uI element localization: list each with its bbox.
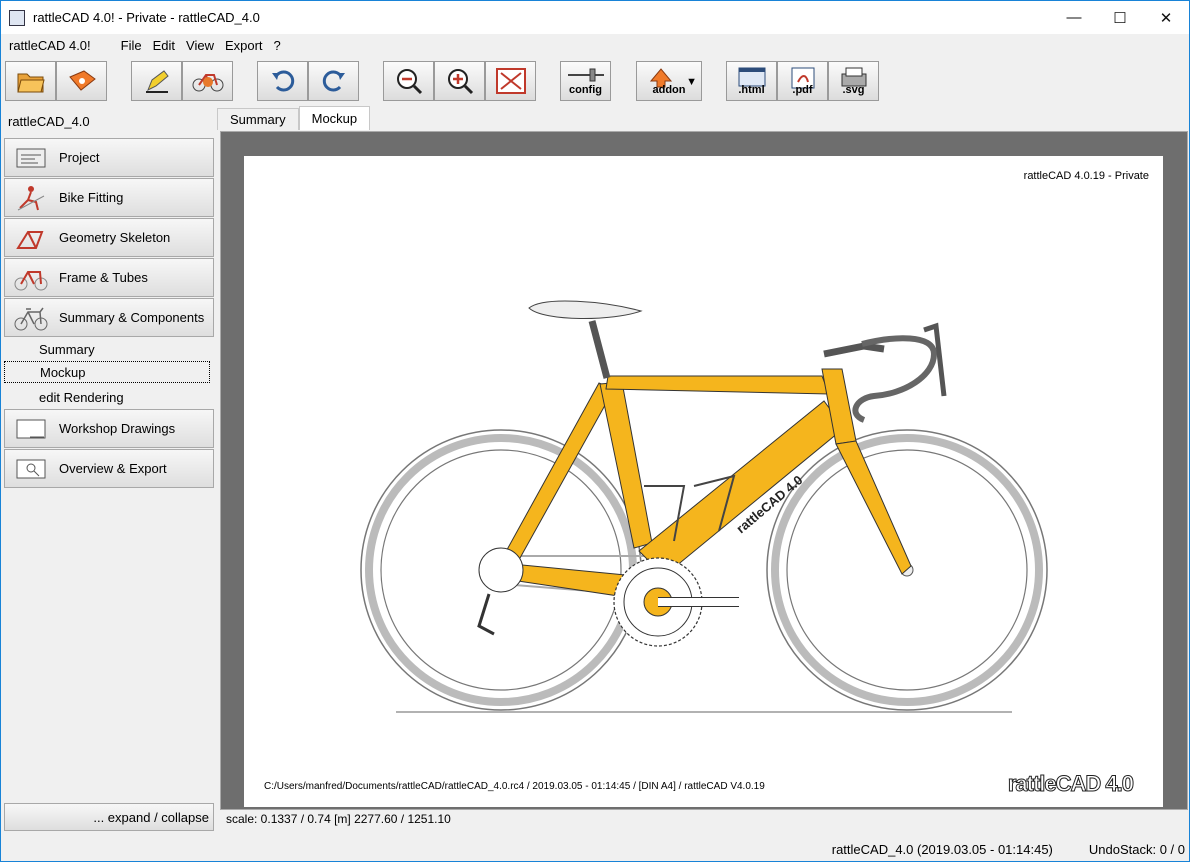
crankset [613,557,739,647]
window-controls: — ☐ ✕ [1051,1,1189,34]
addon-label: addon [652,84,686,96]
svg-label: .svg [842,84,865,96]
drawing-icon [11,414,51,444]
clipboard-icon [11,143,51,173]
project-name: rattleCAD_4.0 [8,114,90,129]
zoom-out-icon [396,69,422,95]
file-path-footer: C:/Users/manfred/Documents/rattleCAD/rat… [264,781,765,792]
geometry-icon [11,223,51,253]
down-tube [638,400,845,577]
menu-edit[interactable]: Edit [153,38,175,53]
close-button[interactable]: ✕ [1143,1,1189,34]
undo-stack: UndoStack: 0 / 0 [1088,841,1185,857]
frame-icon [11,263,51,293]
undo-button[interactable] [257,61,308,101]
menu-file[interactable]: File [121,38,142,53]
rattlecad-logo: rattleCAD 4.0 [1007,771,1134,797]
export-svg-button[interactable]: .svg [828,61,879,101]
seat-post [588,320,611,379]
open-button[interactable] [5,61,56,101]
save-icon [68,70,96,91]
nav-summary-components[interactable]: Summary & Components [4,298,214,337]
app-icon [9,9,25,26]
derailleur [477,593,495,636]
subitem-summary[interactable]: Summary [4,338,210,360]
addon-button[interactable]: ▼ addon [636,61,702,101]
bike-icon [11,303,51,333]
redo-icon [322,70,345,92]
nav-overview-export-label: Overview & Export [59,461,167,476]
menu-export[interactable]: Export [225,38,263,53]
config-slider-icon [567,68,604,82]
nav-overview-export[interactable]: Overview & Export [4,449,214,488]
nav-geometry-skeleton[interactable]: Geometry Skeleton [4,218,214,257]
cassette [478,547,524,593]
bike-mockup-drawing: rattleCAD 4.0 [360,300,1048,713]
rider-icon [11,183,51,213]
tab-bar: Summary Mockup [217,106,371,130]
menu-brand: rattleCAD 4.0! [9,37,91,53]
export-html-button[interactable]: .html [726,61,777,101]
title-bar: rattleCAD 4.0! - Private - rattleCAD_4.0… [1,1,1189,34]
bike-render-icon [192,74,223,92]
save-button[interactable] [56,61,107,101]
zoom-out-button[interactable] [383,61,434,101]
zoom-in-icon [447,69,473,95]
nav-summary-components-label: Summary & Components [59,310,205,325]
pdf-label: .pdf [792,84,813,96]
app-window: rattleCAD 4.0! - Private - rattleCAD_4.0… [0,0,1190,862]
subitem-mockup[interactable]: Mockup [4,361,210,383]
pencil-icon [145,70,169,93]
redo-button[interactable] [308,61,359,101]
export-pdf-button[interactable]: .pdf [777,61,828,101]
minimize-button[interactable]: — [1051,1,1097,34]
stem [823,342,885,358]
subitem-edit-rendering[interactable]: edit Rendering [4,386,210,408]
render-button[interactable] [182,61,233,101]
window-title: rattleCAD 4.0! - Private - rattleCAD_4.0 [33,10,260,25]
menu-view[interactable]: View [186,38,214,53]
status-file: rattleCAD_4.0 (2019.03.05 - 01:14:45) [831,841,1053,857]
fit-view-icon [495,68,526,94]
edit-button[interactable] [131,61,182,101]
paper-sheet: rattleCAD 4.0.19 - Private rattleCAD 4.0… [244,156,1163,807]
tab-mockup[interactable]: Mockup [298,106,371,130]
handlebar [852,335,938,423]
toolbar: config ▼ addon .html .pdf .svg [1,58,1189,105]
nav-workshop-drawings[interactable]: Workshop Drawings [4,409,214,448]
nav-bike-fitting-label: Bike Fitting [59,190,124,205]
saddle [528,300,643,319]
drawing-canvas[interactable]: rattleCAD 4.0.19 - Private rattleCAD 4.0… [220,131,1188,810]
menu-help[interactable]: ? [274,38,281,53]
scale-readout: scale: 0.1337 / 0.74 [m] 2277.60 / 1251.… [226,812,451,826]
zoom-in-button[interactable] [434,61,485,101]
nav-workshop-drawings-label: Workshop Drawings [59,421,176,436]
nav-frame-tubes-label: Frame & Tubes [59,270,148,285]
fit-view-button[interactable] [485,61,536,101]
status-bar: rattleCAD_4.0 (2019.03.05 - 01:14:45) Un… [1,836,1189,862]
nav-geometry-skeleton-label: Geometry Skeleton [59,230,171,245]
nav-project[interactable]: Project [4,138,214,177]
menu-bar: rattleCAD 4.0! File Edit View Export ? [1,34,1189,56]
fork [835,440,912,575]
config-button[interactable]: config [560,61,611,101]
folder-open-icon [16,73,45,93]
nav-bike-fitting[interactable]: Bike Fitting [4,178,214,217]
nav-project-label: Project [59,150,100,165]
overview-icon [11,454,51,484]
top-tube [605,375,830,395]
maximize-button[interactable]: ☐ [1097,1,1143,34]
nav-frame-tubes[interactable]: Frame & Tubes [4,258,214,297]
tab-summary[interactable]: Summary [217,108,299,130]
config-label: config [569,84,602,96]
expand-collapse-button[interactable]: ... expand / collapse [4,803,214,831]
undo-icon [271,70,294,92]
html-label: .html [738,84,765,96]
